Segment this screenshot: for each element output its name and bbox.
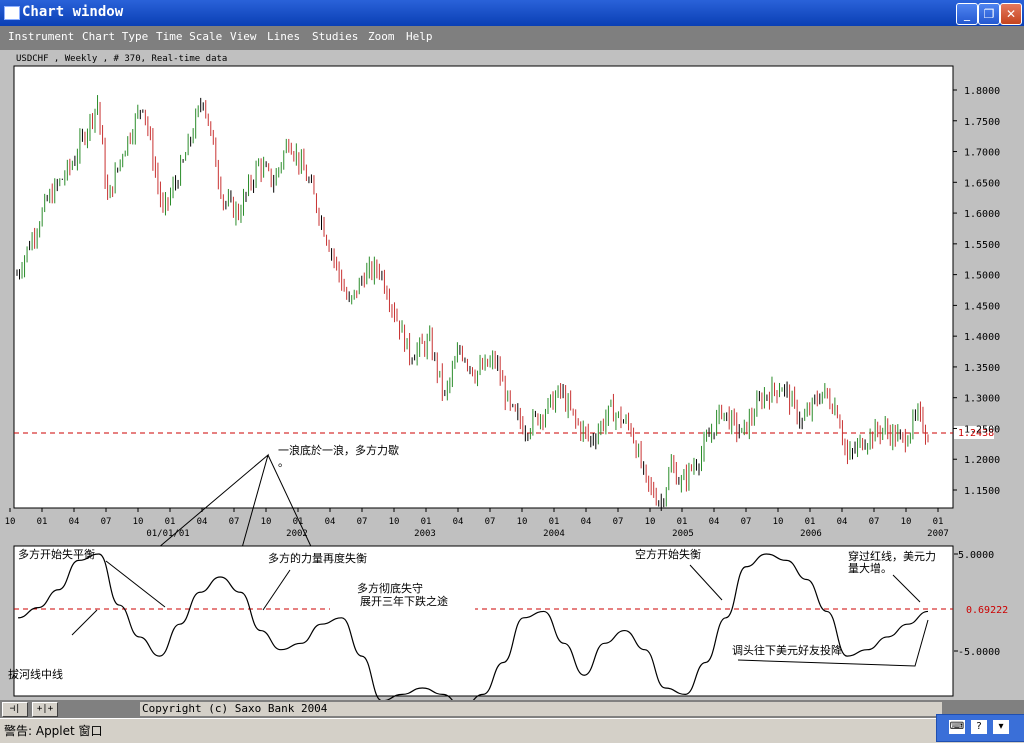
- menu-time-scale[interactable]: Time Scale: [156, 30, 222, 43]
- annotation-cross-red-line: 穿过红线，美元力: [848, 549, 936, 563]
- menu-studies[interactable]: Studies: [312, 30, 358, 43]
- help-icon[interactable]: ?: [971, 720, 987, 734]
- x-tick-label: 04: [197, 517, 208, 527]
- annotation-imbalance-start: 多方开始失平衡: [18, 547, 95, 561]
- x-tick-label: 01: [421, 517, 432, 527]
- close-button[interactable]: ✕: [1000, 3, 1022, 25]
- y-tick-label: 1.2500: [964, 424, 1000, 435]
- title-bar: Chart window _ ❐ ✕: [0, 0, 1024, 26]
- y-tick-label: 1.5500: [964, 240, 1000, 251]
- window-title: Chart window: [22, 4, 124, 20]
- x-tick-label: 10: [261, 517, 272, 527]
- status-bar: 警告: Applet 窗口: [0, 718, 1024, 743]
- menu-help[interactable]: Help: [406, 30, 433, 43]
- x-tick-label: 04: [325, 517, 336, 527]
- annotation-three-year-decline: 展开三年下跌之途: [360, 594, 448, 608]
- x-tick-label: 07: [613, 517, 624, 527]
- x-tick-label: 10: [517, 517, 528, 527]
- time-x-axis: 10 01 04 07 10 01 04 07 10 01 04 07 10 01 04 07 10 01 04 07…: [5, 508, 949, 539]
- window-icon: [4, 6, 20, 20]
- x-tick-label: 10: [645, 517, 656, 527]
- copyright-text: Copyright (c) Saxo Bank 2004: [140, 702, 942, 716]
- annotation-wave-exhausted: 一浪底於一浪，多方力歇: [278, 443, 399, 457]
- y-tick-label: 1.7000: [964, 148, 1000, 159]
- y-tick-label: 1.3500: [964, 363, 1000, 374]
- y-tick-label: 1.2000: [964, 455, 1000, 466]
- y-tick-label: 1.5000: [964, 271, 1000, 282]
- y-tick-label: 1.6000: [964, 209, 1000, 220]
- y-tick-label: 1.4000: [964, 332, 1000, 343]
- x-tick-label: 07: [869, 517, 880, 527]
- annotation-dollar-strength: 量大增。: [848, 561, 892, 575]
- x-tick-label: 07: [357, 517, 368, 527]
- menu-chart-type[interactable]: Chart Type: [82, 30, 148, 43]
- y-tick-label: 1.7500: [964, 117, 1000, 128]
- menu-bar: Instrument Chart Type Time Scale View Li…: [0, 26, 1024, 50]
- annotation-midline: 拔河线中线: [8, 667, 63, 681]
- x-tick-label: 04: [453, 517, 464, 527]
- x-year-label: 2004: [543, 529, 565, 539]
- x-year-label: 2006: [800, 529, 822, 539]
- annotation-bears-imbalance: 空方开始失衡: [635, 547, 701, 561]
- menu-zoom[interactable]: Zoom: [368, 30, 395, 43]
- minimize-button[interactable]: _: [956, 3, 978, 25]
- chart-area: USDCHF , Weekly , # 370, Real-time data …: [0, 50, 1024, 708]
- price-panel: [13, 65, 954, 509]
- y-tick-label: 1.3000: [964, 394, 1000, 405]
- osc-tick-bottom: -5.0000: [958, 647, 1000, 658]
- menu-view[interactable]: View: [230, 30, 257, 43]
- x-tick-label: 07: [101, 517, 112, 527]
- y-tick-label: 1.1500: [964, 486, 1000, 497]
- x-tick-label: 04: [709, 517, 720, 527]
- x-tick-label: 01: [933, 517, 944, 527]
- y-tick-label: 1.6500: [964, 178, 1000, 189]
- x-tick-label: 10: [901, 517, 912, 527]
- x-year-label: 01/01/01: [146, 529, 189, 539]
- osc-tick-top: 5.0000: [958, 550, 994, 561]
- x-tick-label: 10: [5, 517, 16, 527]
- oscillator-panel: [13, 545, 954, 697]
- x-tick-label: 01: [37, 517, 48, 527]
- tray-toolbar: ⌨ ? ▾: [936, 714, 1024, 742]
- y-tick-label: 1.4500: [964, 301, 1000, 312]
- x-tick-label: 04: [69, 517, 80, 527]
- x-tick-label: 01: [677, 517, 688, 527]
- dropdown-arrow-icon[interactable]: ▾: [993, 720, 1009, 734]
- annotation-imbalance-again: 多方的力量再度失衡: [268, 551, 367, 565]
- x-tick-label: 10: [133, 517, 144, 527]
- x-tick-label: 07: [741, 517, 752, 527]
- x-tick-label: 10: [773, 517, 784, 527]
- bottom-toolbar: ⊣| +|+ Copyright (c) Saxo Bank 2004: [0, 700, 1024, 718]
- annotation-collapse: 多方彻底失守: [357, 581, 423, 595]
- x-tick-label: 01: [805, 517, 816, 527]
- toolbar-button-2[interactable]: +|+: [32, 702, 58, 717]
- x-year-label: 2003: [414, 529, 436, 539]
- chart-svg[interactable]: USDCHF , Weekly , # 370, Real-time data …: [0, 50, 1024, 708]
- y-tick-label: 1.8000: [964, 86, 1000, 97]
- x-tick-label: 07: [229, 517, 240, 527]
- toolbar-button-1[interactable]: ⊣|: [2, 702, 28, 717]
- osc-reference-label: 0.69222: [966, 605, 1008, 616]
- x-tick-label: 01: [165, 517, 176, 527]
- restore-button[interactable]: ❐: [978, 3, 1000, 25]
- x-year-label: 2007: [927, 529, 949, 539]
- annotation-wave-exhausted-dot: 。: [278, 456, 289, 469]
- annotation-turn-down: 调头往下美元好友投降: [732, 643, 842, 657]
- applet-warning: 警告: Applet 窗口: [4, 724, 103, 738]
- x-tick-label: 07: [485, 517, 496, 527]
- menu-instrument[interactable]: Instrument: [8, 30, 74, 43]
- x-year-label: 2005: [672, 529, 694, 539]
- x-tick-label: 10: [389, 517, 400, 527]
- x-tick-label: 01: [549, 517, 560, 527]
- menu-lines[interactable]: Lines: [267, 30, 300, 43]
- x-tick-label: 04: [581, 517, 592, 527]
- x-tick-label: 04: [837, 517, 848, 527]
- chart-title: USDCHF , Weekly , # 370, Real-time data: [16, 54, 227, 64]
- keyboard-icon[interactable]: ⌨: [949, 720, 965, 734]
